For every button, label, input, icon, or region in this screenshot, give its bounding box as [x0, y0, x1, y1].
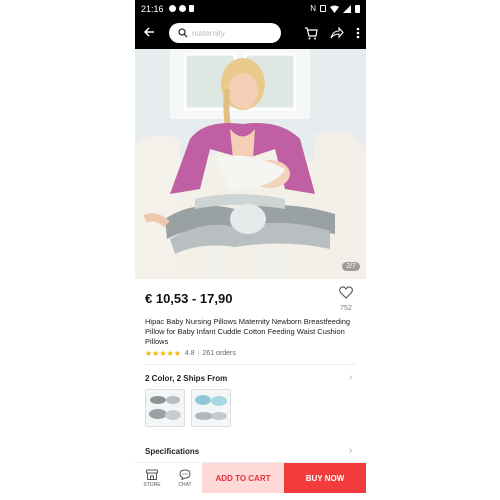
search-icon	[178, 28, 188, 38]
heart-icon	[339, 286, 353, 299]
rating-row[interactable]: ★★★★★ 4.8 | 261 orders	[145, 349, 236, 358]
nfc-icon: N	[310, 4, 316, 13]
more-options-icon[interactable]	[356, 27, 360, 39]
bottom-action-bar: STORE CHAT ADD TO CART BUY NOW	[135, 462, 366, 493]
wishlist-button[interactable]: 752	[335, 286, 357, 312]
wifi-icon	[330, 5, 339, 13]
divider	[145, 364, 357, 365]
rating-value: 4.8	[184, 350, 195, 357]
rating-separator: |	[197, 350, 200, 357]
add-to-cart-button[interactable]: ADD TO CART	[202, 463, 284, 493]
buy-now-button[interactable]: BUY NOW	[284, 463, 366, 493]
color-option-gray[interactable]	[145, 389, 185, 427]
blue-pillow-thumbnail	[192, 390, 230, 426]
back-arrow-icon[interactable]	[141, 25, 157, 41]
image-pager: 2/7	[342, 262, 360, 271]
star-rating-icon: ★★★★★	[145, 349, 181, 358]
product-image[interactable]: 2/7	[135, 49, 366, 279]
store-label: STORE	[143, 481, 161, 488]
skype-notification-icon	[178, 5, 186, 12]
store-icon	[146, 469, 158, 480]
app-screen: 21:16 N maternity 2/7 € 10,53 - 17,90 75…	[135, 0, 366, 500]
signal-icon	[343, 4, 351, 13]
top-bar: maternity	[135, 17, 366, 49]
status-bar: 21:16 N	[135, 0, 366, 17]
cart-icon[interactable]	[304, 26, 318, 40]
orders-count: 261 orders	[202, 350, 236, 357]
battery-saver-notification-icon	[188, 5, 194, 12]
share-icon[interactable]	[330, 27, 344, 39]
battery-icon	[355, 4, 360, 13]
pinterest-notification-icon	[168, 5, 176, 12]
gray-pillow-thumbnail	[146, 390, 184, 426]
color-option-blue[interactable]	[191, 389, 231, 427]
wishlist-count: 752	[340, 305, 352, 312]
search-placeholder: maternity	[192, 28, 225, 38]
chat-icon	[179, 468, 191, 480]
product-title: Hipac Baby Nursing Pillows Maternity New…	[145, 317, 351, 346]
status-time: 21:16	[141, 3, 164, 14]
chat-button[interactable]: CHAT	[170, 463, 200, 493]
product-price: € 10,53 - 17,90	[145, 291, 233, 306]
vibrate-icon	[320, 5, 326, 12]
specifications-heading[interactable]: Specifications	[145, 447, 199, 456]
chat-label: CHAT	[178, 481, 192, 488]
variants-chevron-right-icon[interactable]: ›	[349, 372, 352, 383]
specifications-chevron-right-icon[interactable]: ›	[349, 445, 352, 456]
variants-heading[interactable]: 2 Color, 2 Ships From	[145, 374, 227, 383]
product-photo-illustration	[135, 49, 366, 279]
store-button[interactable]: STORE	[137, 463, 167, 493]
search-input[interactable]: maternity	[169, 23, 281, 43]
